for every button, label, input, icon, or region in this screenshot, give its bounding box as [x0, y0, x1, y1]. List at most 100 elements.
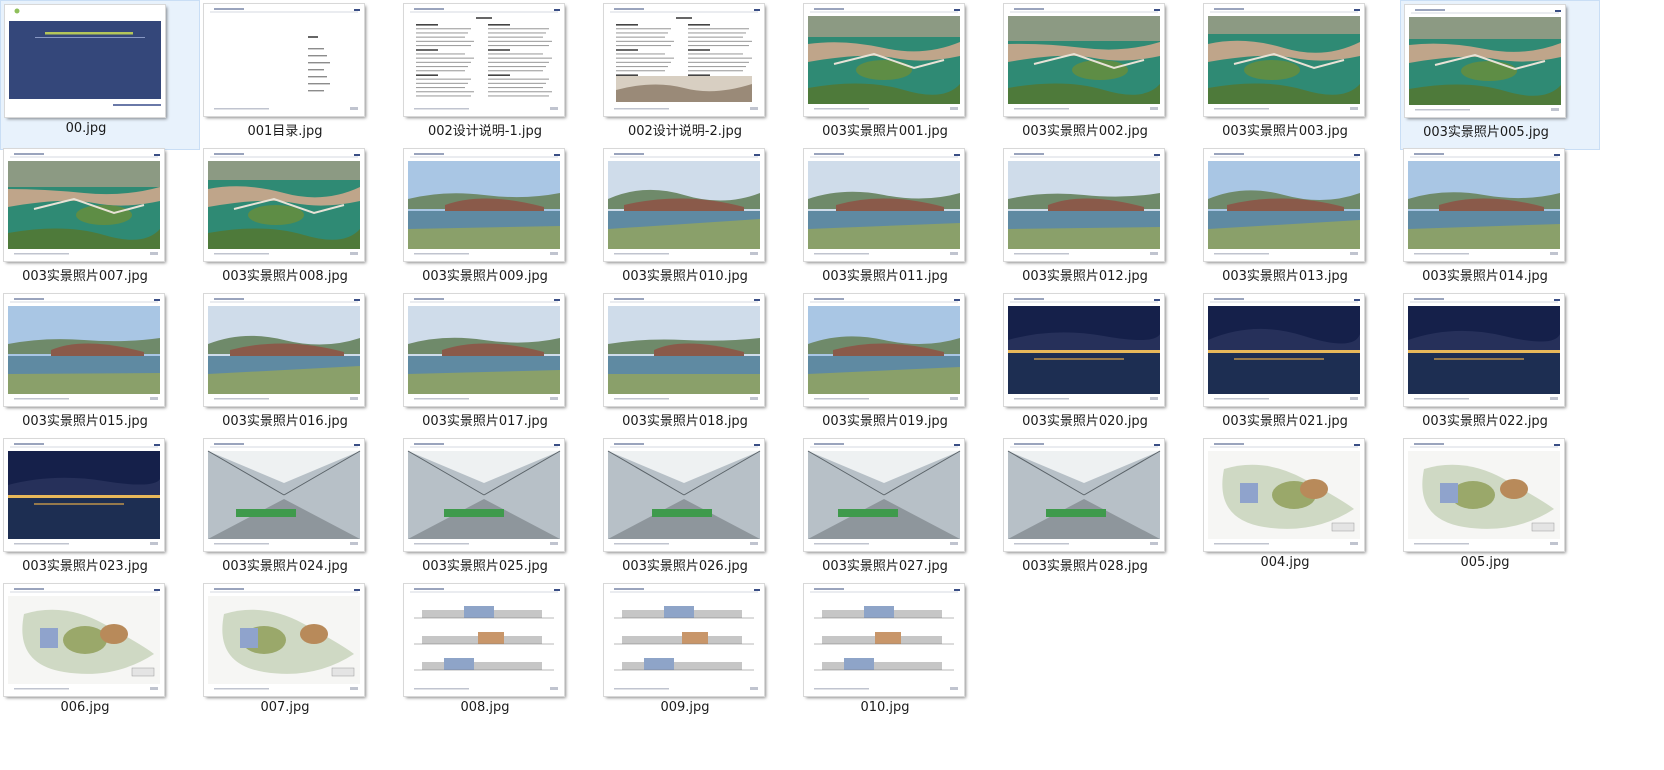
file-thumbnail [3, 438, 165, 552]
file-item[interactable]: 003实景照片028.jpg [1000, 435, 1200, 585]
file-name: 003实景照片026.jpg [622, 559, 748, 574]
file-thumbnail [3, 148, 165, 262]
file-thumbnail [603, 293, 765, 407]
thumbnail-image [608, 153, 760, 255]
file-item[interactable]: 005.jpg [1400, 435, 1600, 585]
file-name: 003实景照片009.jpg [422, 269, 548, 284]
file-name: 003实景照片001.jpg [822, 124, 948, 139]
file-item[interactable]: 001目录.jpg [200, 0, 400, 150]
thumbnail-image [607, 443, 761, 545]
file-item[interactable]: 002设计说明-1.jpg [400, 0, 600, 150]
file-name: 002设计说明-2.jpg [627, 124, 743, 139]
file-name: 003实景照片019.jpg [822, 414, 948, 429]
file-item[interactable]: 004.jpg [1200, 435, 1400, 585]
file-name: 003实景照片022.jpg [1422, 414, 1548, 429]
file-item[interactable]: 003实景照片023.jpg [0, 435, 200, 585]
file-thumbnail [403, 3, 565, 117]
thumbnail-image [1008, 298, 1160, 400]
file-thumbnail [1003, 148, 1165, 262]
file-thumbnail [803, 3, 965, 117]
file-item[interactable]: 003实景照片017.jpg [400, 290, 600, 440]
file-thumbnail [403, 438, 565, 552]
file-item[interactable]: 006.jpg [0, 580, 200, 730]
file-name: 007.jpg [260, 700, 310, 715]
file-item[interactable]: 003实景照片024.jpg [200, 435, 400, 585]
file-item[interactable]: 003实景照片014.jpg [1400, 145, 1600, 295]
file-item[interactable]: 003实景照片005.jpg [1400, 0, 1600, 150]
file-thumbnail [1003, 3, 1165, 117]
file-name: 003实景照片016.jpg [222, 414, 348, 429]
file-name: 003实景照片003.jpg [1222, 124, 1348, 139]
thumbnail-image [808, 298, 960, 400]
thumbnail-image [408, 588, 560, 690]
file-item[interactable]: 003实景照片011.jpg [800, 145, 1000, 295]
file-item[interactable]: 003实景照片010.jpg [600, 145, 800, 295]
thumbnail-image [208, 153, 360, 255]
thumbnail-image [1408, 298, 1560, 400]
file-thumbnail [1403, 148, 1565, 262]
thumbnail-image [208, 588, 360, 690]
thumbnail-image [1408, 443, 1560, 545]
file-name: 006.jpg [60, 700, 110, 715]
file-item[interactable]: 003实景照片008.jpg [200, 145, 400, 295]
file-thumbnail [803, 148, 965, 262]
file-item[interactable]: 003实景照片013.jpg [1200, 145, 1400, 295]
file-item[interactable]: 008.jpg [400, 580, 600, 730]
file-name: 003实景照片020.jpg [1022, 414, 1148, 429]
file-name: 003实景照片027.jpg [822, 559, 948, 574]
file-thumbnail [1203, 293, 1365, 407]
file-name: 003实景照片011.jpg [822, 269, 948, 284]
file-item[interactable]: 003实景照片020.jpg [1000, 290, 1200, 440]
file-item[interactable]: 003实景照片009.jpg [400, 145, 600, 295]
file-name: 003实景照片013.jpg [1222, 269, 1348, 284]
file-name: 009.jpg [660, 700, 710, 715]
file-item[interactable]: 003实景照片026.jpg [600, 435, 800, 585]
file-item[interactable]: 003实景照片022.jpg [1400, 290, 1600, 440]
file-name: 003实景照片014.jpg [1422, 269, 1548, 284]
file-name: 003实景照片012.jpg [1022, 269, 1148, 284]
file-item[interactable]: 002设计说明-2.jpg [600, 0, 800, 150]
thumbnail-image [1008, 153, 1160, 255]
file-thumbnail [803, 583, 965, 697]
file-item[interactable]: 003实景照片007.jpg [0, 145, 200, 295]
file-thumbnail [3, 583, 165, 697]
file-name: 001目录.jpg [247, 124, 323, 139]
thumbnail-image [807, 443, 961, 545]
thumbnail-image [608, 298, 760, 400]
thumbnail-image [1008, 8, 1160, 110]
file-thumbnail [203, 148, 365, 262]
file-item[interactable]: 003实景照片019.jpg [800, 290, 1000, 440]
file-item[interactable]: 003实景照片002.jpg [1000, 0, 1200, 150]
thumbnail-image [408, 298, 560, 400]
file-name: 003实景照片023.jpg [22, 559, 148, 574]
thumbnail-image [1208, 298, 1360, 400]
thumbnail-image [8, 443, 160, 545]
file-item[interactable]: 003实景照片015.jpg [0, 290, 200, 440]
file-item[interactable]: 003实景照片016.jpg [200, 290, 400, 440]
file-item[interactable]: 009.jpg [600, 580, 800, 730]
file-item[interactable]: 003实景照片018.jpg [600, 290, 800, 440]
file-thumbnail [603, 3, 765, 117]
file-item[interactable]: 00.jpg [0, 0, 200, 150]
thumbnail-image [808, 8, 960, 110]
thumbnail-image [1007, 443, 1161, 545]
file-item[interactable]: 003实景照片025.jpg [400, 435, 600, 585]
file-thumbnail [803, 293, 965, 407]
file-item[interactable]: 003实景照片021.jpg [1200, 290, 1400, 440]
file-thumbnail [1203, 3, 1365, 117]
thumbnail-image [608, 588, 760, 690]
thumbnail-image [610, 8, 760, 110]
file-name: 003实景照片025.jpg [422, 559, 548, 574]
file-item[interactable]: 003实景照片027.jpg [800, 435, 1000, 585]
file-thumbnail [1003, 438, 1165, 552]
file-name: 003实景照片018.jpg [622, 414, 748, 429]
file-item[interactable]: 003实景照片001.jpg [800, 0, 1000, 150]
file-thumbnail [203, 438, 365, 552]
file-name: 003实景照片005.jpg [1423, 125, 1549, 140]
thumbnail-image [1208, 443, 1360, 545]
file-item[interactable]: 003实景照片003.jpg [1200, 0, 1400, 150]
thumbnail-image [407, 443, 561, 545]
file-item[interactable]: 010.jpg [800, 580, 1000, 730]
file-item[interactable]: 007.jpg [200, 580, 400, 730]
file-item[interactable]: 003实景照片012.jpg [1000, 145, 1200, 295]
